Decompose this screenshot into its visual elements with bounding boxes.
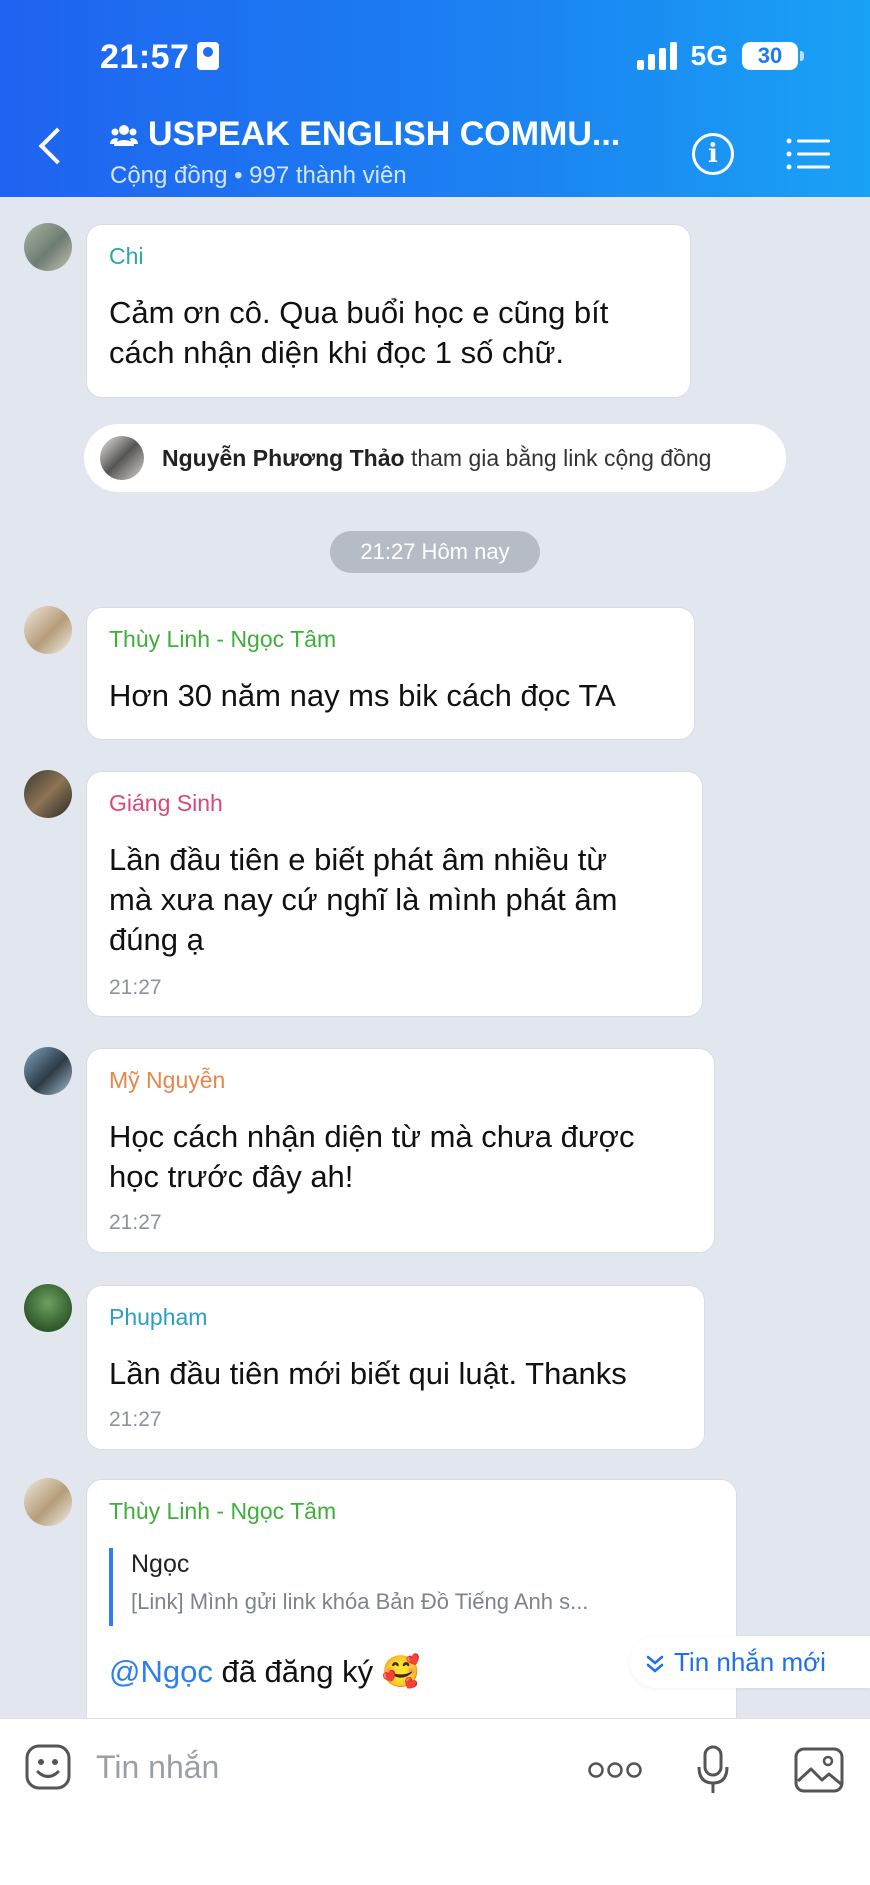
message-bubble[interactable]: Chi Cảm ơn cô. Qua buổi học e cũng bít cá…	[86, 224, 691, 398]
message-text: Lần đầu tiên e biết phát âm nhiều từ mà x…	[109, 842, 618, 957]
signal-icon	[636, 42, 677, 70]
sender-name[interactable]: Mỹ Nguyễn	[109, 1067, 225, 1094]
message-text: @Ngọc đã đăng ký 🥰	[109, 1654, 421, 1689]
avatar[interactable]	[24, 1478, 72, 1526]
chat-title-text: USPEAK ENGLISH COMMU...	[148, 115, 621, 153]
image-icon[interactable]	[794, 1747, 844, 1793]
network-type: 5G	[690, 40, 728, 71]
message-bubble[interactable]: Mỹ Nguyễn Học cách nhận diện từ mà chưa …	[86, 1048, 715, 1253]
message-text: Cảm ơn cô. Qua buổi học e cũng bít cách n…	[109, 295, 609, 370]
quoted-text: [Link] Mình gửi link khóa Bản Đồ Tiếng A…	[131, 1589, 589, 1614]
avatar[interactable]	[24, 606, 72, 654]
group-icon	[110, 124, 138, 146]
message-text: Hơn 30 năm nay ms bik cách đọc TA	[109, 678, 616, 713]
message-text: Lần đầu tiên mới biết qui luật. Thanks	[109, 1356, 627, 1391]
info-icon[interactable]: i	[692, 133, 734, 175]
sender-name[interactable]: Chi	[109, 243, 144, 270]
message-time: 21:27	[109, 1408, 162, 1431]
quoted-message[interactable]: Ngọc [Link] Mình gửi link khóa Bản Đồ Ti…	[109, 1548, 709, 1626]
sender-name[interactable]: Giáng Sinh	[109, 790, 223, 817]
avatar[interactable]	[24, 1047, 72, 1095]
double-chevron-down-icon	[646, 1655, 664, 1673]
composer-bar: Tin nhắn	[0, 1718, 870, 1885]
join-notice-text: tham gia bằng link cộng đồng	[404, 445, 712, 471]
message-time: 21:27	[109, 1211, 162, 1234]
sender-name[interactable]: Thùy Linh - Ngọc Tâm	[109, 626, 336, 653]
more-icon[interactable]	[588, 1761, 642, 1779]
avatar[interactable]	[24, 223, 72, 271]
message-bubble[interactable]: Phupham Lần đầu tiên mới biết qui luật. …	[86, 1285, 705, 1450]
sticker-icon[interactable]	[24, 1743, 72, 1791]
message-bubble[interactable]: Giáng Sinh Lần đầu tiên e biết phát âm n…	[86, 771, 703, 1017]
date-divider: 21:27 Hôm nay	[330, 531, 540, 573]
message-bubble[interactable]: Thùy Linh - Ngọc Tâm Hơn 30 năm nay ms b…	[86, 607, 695, 740]
quoted-sender: Ngọc	[131, 1550, 190, 1578]
message-input[interactable]: Tin nhắn	[96, 1749, 219, 1786]
message-time: 21:27	[109, 976, 162, 999]
sender-name[interactable]: Thùy Linh - Ngọc Tâm	[109, 1498, 336, 1525]
new-messages-label: Tin nhắn mới	[674, 1647, 826, 1677]
battery-icon: 30	[742, 42, 804, 70]
contact-card-icon	[197, 42, 220, 71]
status-bar-time: 21:57	[100, 38, 220, 77]
join-notice-name[interactable]: Nguyễn Phương Thảo	[162, 445, 405, 471]
new-messages-button[interactable]: Tin nhắn mới	[630, 1636, 870, 1688]
status-bar-right: 5G 30	[636, 40, 804, 71]
back-button[interactable]	[38, 127, 76, 165]
list-menu-icon[interactable]	[786, 138, 830, 170]
sender-name[interactable]: Phupham	[109, 1304, 207, 1331]
chat-title[interactable]: USPEAK ENGLISH COMMU...	[110, 115, 620, 154]
avatar[interactable]	[24, 770, 72, 818]
mention-link[interactable]: @Ngọc	[109, 1654, 213, 1689]
avatar[interactable]	[24, 1284, 72, 1332]
message-text: Học cách nhận diện từ mà chưa được học tr…	[109, 1119, 635, 1194]
microphone-icon[interactable]	[696, 1745, 730, 1795]
chat-subtitle: Cộng đồng • 997 thành viên	[110, 162, 407, 189]
message-bubble[interactable]: Thùy Linh - Ngọc Tâm Ngọc [Link] Mình gử…	[86, 1479, 737, 1739]
app-header: 21:57 5G 30 USPEAK ENGLISH COMMU... Cộng…	[0, 0, 870, 197]
join-notice: Nguyễn Phương Thảo tham gia bằng link cộ…	[84, 424, 786, 492]
avatar[interactable]	[100, 436, 144, 480]
